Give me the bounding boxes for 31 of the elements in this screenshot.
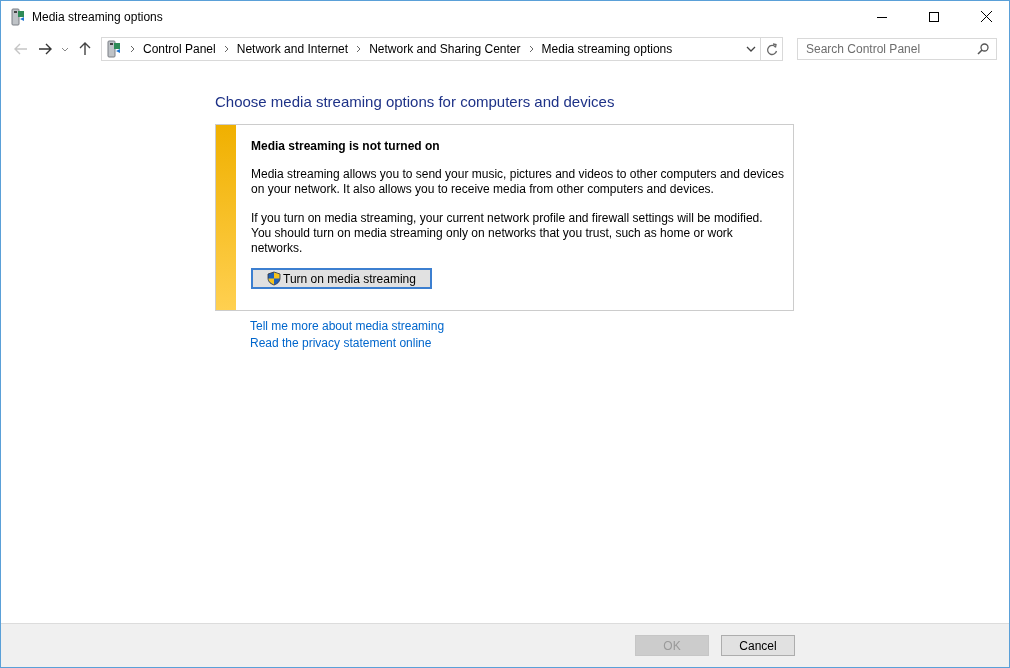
- media-server-icon: [106, 40, 122, 58]
- address-bar[interactable]: Control Panel Network and Internet Network and Sharing Center Media streaming options: [101, 37, 783, 61]
- up-arrow-icon: [79, 42, 91, 56]
- refresh-icon: [765, 42, 778, 56]
- breadcrumb-item[interactable]: Media streaming options: [541, 42, 673, 56]
- breadcrumb-item[interactable]: Network and Internet: [236, 42, 349, 56]
- search-icon: [977, 43, 989, 55]
- help-link[interactable]: Tell me more about media streaming: [250, 319, 445, 333]
- breadcrumb-item[interactable]: Control Panel: [143, 42, 216, 56]
- media-server-icon: [10, 7, 26, 26]
- chevron-icon: [130, 45, 135, 53]
- window-title: Media streaming options: [32, 9, 164, 24]
- help-link[interactable]: Read the privacy statement online: [250, 336, 432, 350]
- chevron-icon: [356, 45, 362, 53]
- page-heading: Choose media streaming options for computers and devices: [215, 93, 616, 110]
- back-arrow-icon: [14, 43, 28, 55]
- notice-text: If you turn on media streaming, your current network profile and firewall settings will be modified. You should turn on media streaming only on networks that you trust, such as home or work networks.: [251, 211, 764, 256]
- chevron-down-icon: [746, 46, 756, 52]
- breadcrumb-item[interactable]: Network and Sharing Center: [369, 42, 521, 56]
- turn-on-streaming-button[interactable]: Turn on media streaming: [251, 268, 432, 289]
- dialog-button[interactable]: Cancel: [721, 635, 795, 656]
- chevron-down-icon: [61, 46, 69, 52]
- shield-icon: [267, 271, 281, 286]
- notice-title: Media streaming is not turned on: [251, 139, 441, 153]
- forward-arrow-icon: [38, 43, 52, 55]
- chevron-icon: [528, 45, 534, 53]
- search-field[interactable]: Search Control Panel: [797, 38, 997, 60]
- chevron-icon: [223, 45, 229, 53]
- close-icon: [980, 11, 992, 22]
- maximize-icon: [929, 11, 939, 22]
- notice-text: Media streaming allows you to send your music, pictures and videos to other computers and devices on your network. It also allows you to receive media from other computers and devices.: [251, 167, 785, 197]
